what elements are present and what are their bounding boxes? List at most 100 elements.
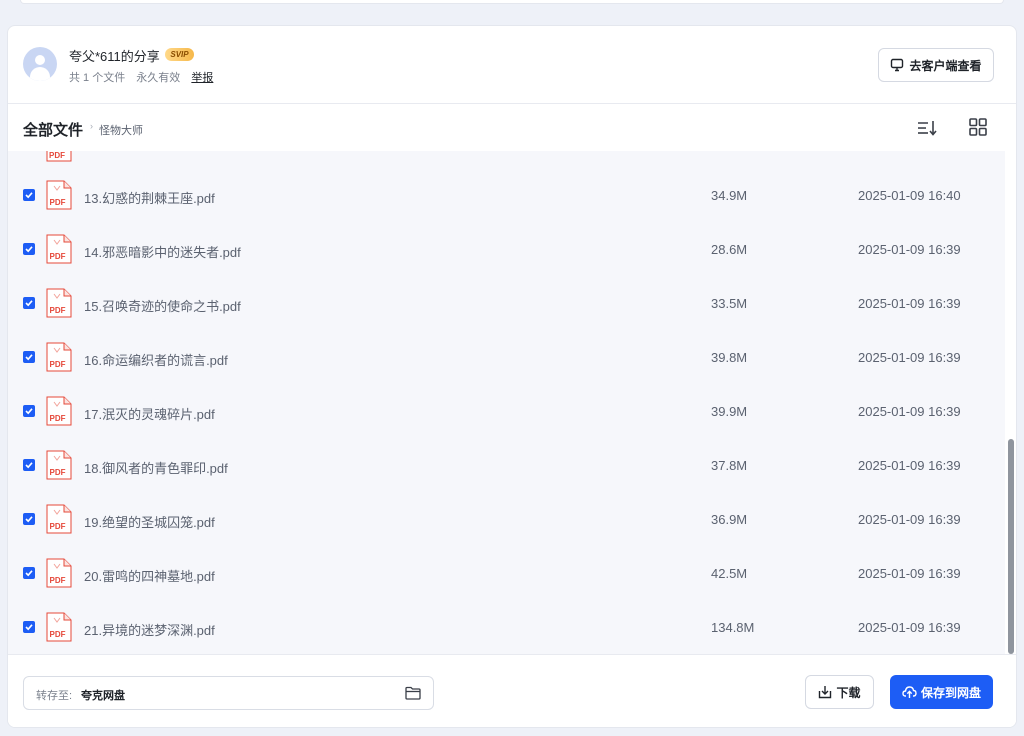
checkmark-icon [25, 246, 33, 253]
row-checkbox[interactable] [23, 621, 35, 633]
pdf-file-icon: PDF [46, 234, 72, 264]
file-row[interactable]: PDF 14.邪恶暗影中的迷失者.pdf 28.6M 2025-01-09 16:39 [8, 223, 1005, 277]
pdf-label: PDF [50, 360, 66, 369]
file-name[interactable]: 16.命运编织者的谎言.pdf [84, 350, 228, 369]
file-row[interactable]: PDF 16.命运编织者的谎言.pdf 39.8M 2025-01-09 16:39 [8, 331, 1005, 385]
save-to-drive-button[interactable]: 保存到网盘 [890, 675, 993, 709]
pdf-file-icon: PDF [46, 396, 72, 426]
breadcrumb-separator: › [90, 121, 93, 131]
open-client-button[interactable]: 去客户端查看 [878, 48, 994, 82]
report-link[interactable]: 举报 [191, 72, 213, 84]
file-date: 2025-01-09 16:39 [858, 242, 961, 257]
action-footer: 转存至: 夸克网盘 下载 保存到网盘 [8, 654, 1016, 727]
row-checkbox[interactable] [23, 513, 35, 525]
row-checkbox[interactable] [23, 243, 35, 255]
row-checkbox[interactable] [23, 459, 35, 471]
scrollbar-thumb[interactable] [1008, 439, 1014, 654]
pdf-label: PDF [50, 306, 66, 315]
file-name[interactable]: 18.御风者的青色罪印.pdf [84, 458, 228, 477]
file-date: 2025-01-09 16:39 [858, 620, 961, 635]
open-client-label: 去客户端查看 [909, 58, 982, 73]
path-toolbar: 全部文件 › 怪物大师 [8, 105, 1016, 151]
file-name[interactable]: 15.召唤奇迹的使命之书.pdf [84, 296, 241, 315]
folder-icon[interactable] [405, 686, 421, 700]
file-list: PDF PDF 13.幻惑的荆棘王座.pdf 34.9M 2025-01-09 16:… [8, 151, 1005, 654]
download-label: 下载 [836, 685, 861, 700]
monitor-icon [891, 58, 904, 72]
file-name[interactable]: 13.幻惑的荆棘王座.pdf [84, 188, 215, 207]
share-meta: 共 1 个文件 永久有效 举报 [69, 69, 221, 85]
pdf-file-icon: PDF [46, 612, 72, 642]
file-size: 39.9M [711, 404, 748, 419]
checkmark-icon [25, 570, 33, 577]
row-checkbox[interactable] [23, 189, 35, 201]
pdf-file-icon: PDF [46, 504, 72, 534]
file-date: 2025-01-09 16:39 [858, 296, 961, 311]
pdf-file-icon: PDF [46, 558, 72, 588]
file-row[interactable]: PDF 13.幻惑的荆棘王座.pdf 34.9M 2025-01-09 16:40 [8, 169, 1005, 223]
file-date: 2025-01-09 16:39 [858, 566, 961, 581]
pdf-file-icon: PDF [46, 180, 72, 210]
grid-view-icon[interactable] [968, 117, 988, 137]
row-checkbox[interactable] [23, 405, 35, 417]
file-row[interactable]: PDF 17.泯灭的灵魂碎片.pdf 39.9M 2025-01-09 16:39 [8, 385, 1005, 439]
validity-text: 永久有效 [136, 72, 181, 84]
file-row[interactable]: PDF 21.异境的迷梦深渊.pdf 134.8M 2025-01-09 16:39 [8, 601, 1005, 654]
file-row[interactable]: PDF 19.绝望的圣城囚笼.pdf 36.9M 2025-01-09 16:39 [8, 493, 1005, 547]
file-name[interactable]: 14.邪恶暗影中的迷失者.pdf [84, 242, 241, 261]
top-strip [0, 0, 1024, 12]
file-size: 33.5M [711, 296, 748, 311]
share-title: 夸父*611的分享 [69, 49, 160, 64]
download-icon [819, 686, 832, 699]
checkmark-icon [25, 354, 33, 361]
pdf-label: PDF [50, 468, 66, 477]
file-name[interactable]: 21.异境的迷梦深渊.pdf [84, 620, 215, 639]
pdf-file-icon: PDF [46, 342, 72, 372]
share-header: 夸父*611的分享 SVIP 共 1 个文件 永久有效 举报 去客户端查看 [8, 26, 1016, 104]
file-size: 39.8M [711, 350, 748, 365]
file-count: 共 1 个文件 [69, 72, 126, 84]
file-row[interactable]: PDF 20.雷鸣的四神墓地.pdf 42.5M 2025-01-09 16:39 [8, 547, 1005, 601]
row-checkbox[interactable] [23, 351, 35, 363]
sort-icon[interactable] [916, 118, 938, 138]
svg-text:PDF: PDF [49, 151, 65, 160]
pdf-label: PDF [50, 252, 66, 261]
file-row[interactable]: PDF 15.召唤奇迹的使命之书.pdf 33.5M 2025-01-09 16:39 [8, 277, 1005, 331]
save-destination-field[interactable]: 转存至: 夸克网盘 [23, 676, 434, 710]
pdf-label: PDF [50, 198, 66, 207]
share-card: 夸父*611的分享 SVIP 共 1 个文件 永久有效 举报 去客户端查看 全部… [7, 25, 1017, 728]
pdf-label: PDF [50, 414, 66, 423]
cloud-upload-icon [902, 686, 917, 698]
checkmark-icon [25, 192, 33, 199]
row-checkbox[interactable] [23, 567, 35, 579]
file-name[interactable]: 20.雷鸣的四神墓地.pdf [84, 566, 215, 585]
file-size: 36.9M [711, 512, 748, 527]
file-name[interactable]: 19.绝望的圣城囚笼.pdf [84, 512, 215, 531]
file-date: 2025-01-09 16:39 [858, 512, 961, 527]
save-to-value: 夸克网盘 [81, 690, 125, 702]
file-size: 37.8M [711, 458, 748, 473]
file-row[interactable]: PDF 18.御风者的青色罪印.pdf 37.8M 2025-01-09 16:39 [8, 439, 1005, 493]
pdf-label: PDF [50, 630, 66, 639]
pdf-label: PDF [50, 576, 66, 585]
save-to-label: 转存至: [36, 690, 73, 702]
file-name[interactable]: 17.泯灭的灵魂碎片.pdf [84, 404, 215, 423]
row-checkbox[interactable] [23, 297, 35, 309]
pdf-file-icon: PDF [46, 288, 72, 318]
avatar [23, 47, 57, 81]
file-date: 2025-01-09 16:39 [858, 350, 961, 365]
download-button[interactable]: 下载 [805, 675, 874, 709]
checkmark-icon [25, 408, 33, 415]
breadcrumb-current: 怪物大师 [99, 125, 143, 137]
file-date: 2025-01-09 16:40 [858, 188, 961, 203]
breadcrumb-root[interactable]: 全部文件 [23, 119, 83, 140]
checkmark-icon [25, 462, 33, 469]
file-size: 34.9M [711, 188, 748, 203]
file-size: 134.8M [711, 620, 755, 635]
file-size: 28.6M [711, 242, 748, 257]
checkmark-icon [25, 624, 33, 631]
pdf-label: PDF [50, 522, 66, 531]
list-scrollbar[interactable] [1006, 151, 1016, 654]
file-date: 2025-01-09 16:39 [858, 404, 961, 419]
file-size: 42.5M [711, 566, 748, 581]
